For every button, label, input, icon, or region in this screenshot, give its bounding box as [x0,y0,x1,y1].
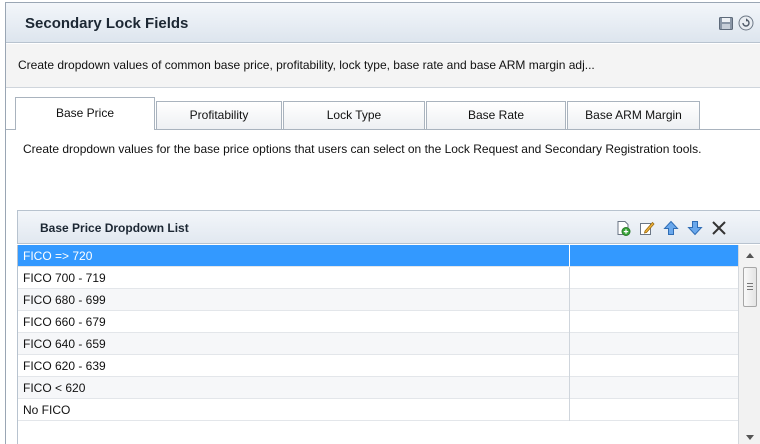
list-item[interactable]: FICO 620 - 639 [18,355,760,377]
list-item-empty-cell [569,377,739,399]
list-item-empty-cell [569,311,739,333]
list-item-value: FICO 640 - 659 [23,337,106,351]
list-item-empty-cell [569,355,739,377]
base-price-dropdown-list: FICO => 720 FICO 700 - 719 FICO 680 - 69… [17,245,760,444]
list-item[interactable]: FICO 660 - 679 [18,311,760,333]
list-item-value: FICO => 720 [23,249,93,263]
list-item-empty-cell [569,333,739,355]
add-icon[interactable] [615,220,631,236]
list-item[interactable]: FICO 680 - 699 [18,289,760,311]
list-item-value: FICO 660 - 679 [23,315,106,329]
description-bar: Create dropdown values of common base pr… [6,44,760,88]
tab-strip: Base Price Profitability Lock Type Base … [6,88,760,130]
list-item-value: FICO < 620 [23,381,86,395]
list-item-empty-cell [569,267,739,289]
list-item-empty-cell [569,289,739,311]
list-item-value: No FICO [23,403,71,417]
help-text: Create dropdown values for the base pric… [23,142,702,156]
panel-title: Secondary Lock Fields [25,15,189,32]
grip-line [747,289,753,290]
save-icon[interactable] [718,15,734,31]
scroll-up-arrow-icon[interactable] [746,253,754,258]
tab-profitability[interactable]: Profitability [156,101,282,129]
list-item[interactable]: FICO 640 - 659 [18,333,760,355]
vertical-scrollbar[interactable] [738,245,760,444]
list-item-value: FICO 680 - 699 [23,293,106,307]
active-tab-gap [16,129,154,131]
refresh-icon[interactable] [738,15,754,31]
tab-base-rate[interactable]: Base Rate [426,101,566,129]
delete-icon[interactable] [710,219,728,237]
grip-line [747,286,753,287]
title-bar: Secondary Lock Fields [6,3,760,43]
grip-line [747,283,753,284]
grid-title: Base Price Dropdown List [40,221,189,235]
list-item-empty-cell [569,399,739,421]
list-item[interactable]: No FICO [18,399,760,421]
list-item-empty-cell [569,245,739,267]
list-item[interactable]: FICO < 620 [18,377,760,399]
list-item[interactable]: FICO 700 - 719 [18,267,760,289]
grid-header: Base Price Dropdown List [17,210,760,244]
tab-lock-type[interactable]: Lock Type [283,101,425,129]
edit-icon[interactable] [639,220,655,236]
list-item-value: FICO 620 - 639 [23,359,106,373]
tab-base-price[interactable]: Base Price [15,97,155,130]
tab-base-arm-margin[interactable]: Base ARM Margin [567,101,700,129]
scroll-down-arrow-icon[interactable] [746,435,754,440]
move-up-icon[interactable] [663,220,679,236]
move-down-icon[interactable] [687,220,703,236]
scrollbar-thumb[interactable] [743,267,757,307]
panel-description: Create dropdown values of common base pr… [18,58,595,72]
list-item-value: FICO 700 - 719 [23,271,106,285]
list-item[interactable]: FICO => 720 [18,245,760,267]
secondary-lock-fields-panel: Secondary Lock Fields Create dropdown va… [5,2,760,444]
